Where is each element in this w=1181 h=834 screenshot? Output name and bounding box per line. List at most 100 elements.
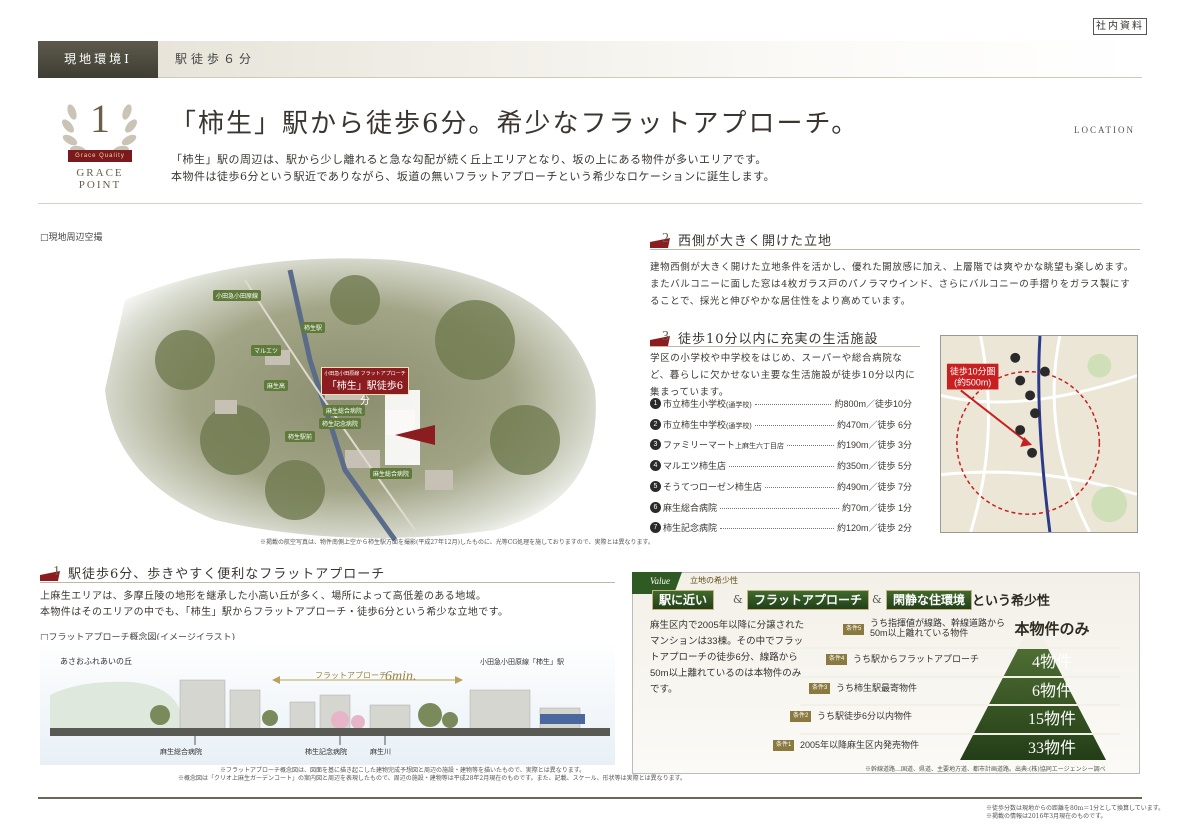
grace-label: GRACE POINT [76, 167, 124, 191]
svg-text:1: 1 [53, 564, 60, 579]
facility-name: 麻生総合病院 [663, 501, 717, 514]
grace-3-icon: 3 [650, 329, 670, 346]
facility-leader [755, 424, 834, 426]
facility-distance: 約490m／徒歩 7分 [836, 481, 912, 492]
footer-rule [38, 797, 1142, 799]
facility-distance: 約70m／徒歩 1分 [841, 502, 912, 513]
footer-note-2: ※掲載の情報は2016年3月現在のものです。 [986, 813, 1107, 820]
facility-name: そうてつローゼン柿生店 [663, 480, 762, 493]
map-label-2: (約500m) [954, 376, 991, 387]
value-chip-quiet: 閑静な住環境 [886, 590, 973, 610]
condition-value: 33物件 [1027, 740, 1076, 757]
sec3-rule [650, 346, 920, 347]
flat-approach-illustration: あさおふれあいの丘 小田急小田原線「柿生」駅 フラットアプローチ 6min. 麻… [40, 640, 615, 765]
ill-label-min: 6min. [385, 669, 417, 684]
internal-document-label: 社内資料 [1093, 18, 1147, 35]
facility-leader [720, 507, 839, 509]
facility-row: 6 麻生総合病院 約70m／徒歩 1分 [650, 501, 912, 515]
value-flag-label: Value [650, 576, 670, 586]
condition-tag: 条件4 [826, 654, 848, 665]
facility-name: 市立柿生中学校(通学校) [663, 418, 752, 431]
condition-text: うち柿生駅最寄物件 [836, 683, 918, 693]
facility-name-sub: (通学校) [726, 402, 752, 409]
ill-label-arrow: フラットアプローチ [315, 671, 387, 680]
condition-value: 6物件 [1031, 683, 1072, 700]
aerial-tag-asao: 麻生総合病院 [370, 468, 413, 479]
condition-text: うち駅徒歩6分以内物件 [817, 711, 913, 721]
svg-text:2: 2 [662, 231, 669, 246]
facility-number: 4 [650, 460, 661, 472]
aerial-tag-line: 小田急小田原線 [213, 290, 262, 301]
condition-text: うち駅からフラットアプローチ [853, 654, 980, 664]
facility-leader [729, 466, 834, 468]
facility-name: 市立柿生小学校(通学校) [663, 397, 752, 410]
sec1-rule [40, 582, 615, 583]
sec1-title: 駅徒歩6分、歩きやすく便利なフラットアプローチ [68, 567, 386, 582]
intro-line-2: 本物件は徒歩6分という駅近でありながら、坂道の無いフラットアプローチという希少な… [171, 170, 776, 183]
location-label: LOCATION [1074, 125, 1135, 135]
facility-row: 2 市立柿生中学校(通学校) 約470m／徒歩 6分 [650, 418, 912, 432]
sec2-title: 西側が大きく開けた立地 [678, 234, 833, 249]
facility-leader [755, 404, 831, 405]
condition-text: 2005年以降麻生区内発売物件 [800, 740, 920, 750]
condition-value: 本物件のみ [1014, 622, 1090, 638]
ill-label-b1: 麻生総合病院 [160, 747, 202, 756]
facility-distance: 約350m／徒歩 5分 [836, 461, 912, 472]
facility-row: 5 そうてつローゼン柿生店 約490m／徒歩 7分 [650, 480, 912, 494]
aerial-tag-maruetsu: マルエツ [251, 345, 282, 356]
sec1-body: 上麻生エリアは、多摩丘陵の地形を継承した小高い丘が多く、場所によって高低差のある… [40, 589, 508, 621]
facility-name-text: マルエツ柿生店 [663, 461, 727, 472]
value-chip-station: 駅に近い [652, 590, 715, 610]
condition-tag: 条件3 [809, 683, 831, 694]
grace-number: 1 [90, 96, 110, 141]
facility-name-text: 市立柿生中学校 [663, 419, 727, 430]
illustration-note-2: ※概念図は「クリオ上麻生ガーデンコート」の案内図と周辺を表現したもので、周辺の施… [178, 775, 687, 782]
condition-text: うち指揮値が線路、幹線道路から50m以上離れている物件 [870, 618, 1006, 638]
aerial-caption: □現地周辺空撮 [40, 233, 103, 243]
area-map: 徒歩10分圏 (約500m) [940, 335, 1138, 533]
section-label: 現地環境Ⅰ [38, 41, 158, 78]
svg-text:3: 3 [662, 329, 669, 344]
ill-label-hill: あさおふれあいの丘 [60, 657, 132, 666]
aerial-tag-ekimae: 柿生駅前 [285, 431, 316, 442]
page-title: 「柿生」駅から徒歩6分。希少なフラットアプローチ。 [170, 109, 860, 139]
facility-number: 7 [650, 522, 661, 534]
sec2-body: 建物西側が大きく開けた立地条件を活かし、優れた開放感に加え、上層階では爽やかな眺… [650, 262, 1134, 307]
divider [38, 203, 1142, 204]
facility-number: 2 [650, 418, 661, 430]
facility-distance: 約190m／徒歩 3分 [836, 440, 912, 451]
facility-name-text: 麻生総合病院 [663, 502, 718, 513]
sec3-body: 学区の小学校や中学校をはじめ、スーパーや総合病院など、暮らしに欠かせない主要な生… [650, 353, 916, 398]
facility-name-sub: 上麻生六丁目店 [735, 443, 785, 451]
value-amp-1: & [733, 593, 743, 606]
facility-row: 7 柿生記念病院 約120m／徒歩 2分 [650, 521, 912, 535]
condition-tag: 条件2 [790, 711, 812, 722]
facility-number: 6 [650, 501, 661, 513]
grace-2-icon: 2 [650, 231, 670, 248]
value-amp-2: & [872, 593, 882, 606]
facility-row: 1 市立柿生小学校(通学校) 約800m／徒歩10分 [650, 397, 912, 411]
aerial-tag-school: 麻生高 [264, 380, 289, 391]
facility-name-text: 市立柿生小学校 [663, 399, 727, 409]
facility-leader [787, 445, 834, 447]
property-marker: 小田急小田原線 フラットアプローチ 「柿生」駅徒歩6分 [321, 367, 409, 407]
value-subtitle: 立地の希少性 [690, 576, 738, 585]
value-tail: という希少性 [972, 593, 1051, 608]
aerial-tag-station: 柿生駅 [301, 322, 326, 333]
map-label-1: 徒歩10分圏 [950, 366, 996, 377]
facility-name-text: 柿生記念病院 [663, 523, 718, 534]
facility-name-text: ファミリーマート [663, 440, 736, 451]
facility-name-sub: (通学校) [726, 422, 752, 430]
facility-row: 3 ファミリーマート上麻生六丁目店 約190m／徒歩 3分 [650, 438, 912, 452]
facility-distance: 約800m／徒歩10分 [834, 399, 912, 409]
property-marker-title: 「柿生」駅徒歩6分 [326, 381, 404, 407]
facility-name: マルエツ柿生店 [663, 459, 726, 472]
value-description: 麻生区内で2005年以降に分譲されたマンションは33棟。その中でフラットアプロー… [650, 620, 805, 695]
section-subtitle: 駅徒歩６分 [175, 52, 256, 66]
aerial-tag-kinen: 柿生記念病院 [319, 418, 362, 429]
ill-label-station: 小田急小田原線「柿生」駅 [480, 657, 564, 666]
facility-name: ファミリーマート上麻生六丁目店 [663, 438, 784, 451]
condition-tag: 条件5 [843, 624, 865, 635]
facility-distance: 約470m／徒歩 6分 [836, 419, 912, 430]
aerial-note: ※掲載の航空写真は、物件南側上空から柿生駅方面を撮影(平成27年12月)したもの… [260, 539, 654, 546]
